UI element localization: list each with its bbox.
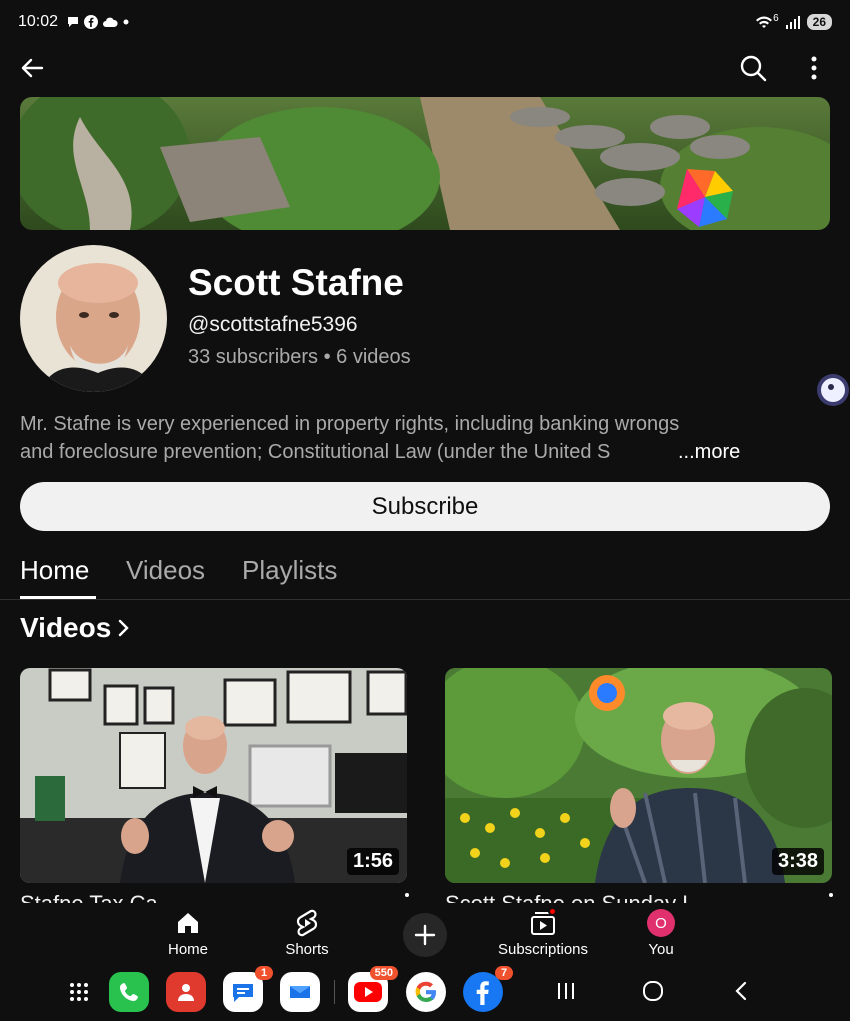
description-line-1: Mr. Stafne is very experienced in proper…: [20, 413, 680, 435]
dock-divider: [334, 980, 335, 1004]
home-nav-button[interactable]: [638, 976, 668, 1006]
description-line-2: and foreclosure prevention; Constitution…: [20, 441, 611, 463]
youtube-app[interactable]: 550: [348, 966, 398, 1012]
video-duration: 3:38: [771, 848, 824, 875]
wifi-label: 6: [773, 12, 779, 24]
channel-banner: [20, 97, 830, 230]
cloud-icon: [103, 17, 118, 27]
video-thumbnail[interactable]: 3:38: [445, 668, 832, 883]
home-icon: [178, 913, 198, 933]
more-link[interactable]: ...more: [678, 438, 740, 466]
wifi-icon: [756, 16, 773, 28]
back-arrow-icon: [21, 58, 44, 78]
dot-icon: [123, 19, 129, 25]
app-dock: 1 550 7: [0, 963, 850, 1021]
contacts-app[interactable]: [166, 972, 206, 1012]
video-more-icon[interactable]: [404, 892, 410, 902]
shorts-icon: [296, 909, 318, 937]
google-app[interactable]: [406, 972, 446, 1012]
banner-garden-image: [20, 97, 830, 230]
nav-label: Home: [167, 941, 208, 958]
status-time: 10:02: [18, 13, 59, 30]
mail-app[interactable]: [280, 972, 320, 1012]
battery-indicator: 26: [806, 14, 832, 30]
youtube-icon: [354, 982, 382, 1002]
nav-you[interactable]: O You: [611, 907, 711, 963]
nav-label: Shorts: [285, 941, 329, 958]
phone-app[interactable]: [109, 972, 149, 1012]
subscribe-button[interactable]: Subscribe: [20, 482, 830, 531]
section-title: Videos: [20, 612, 112, 643]
badge: 550: [369, 966, 398, 980]
nav-home[interactable]: Home: [138, 907, 238, 963]
channel-meta: 33 subscribers • 6 videos: [188, 346, 411, 368]
phone-icon: [120, 983, 138, 1001]
nav-label: You: [648, 941, 674, 958]
notification-dot: [548, 907, 557, 916]
channel-tabs: Home Videos Playlists: [0, 548, 850, 600]
videos-section-header[interactable]: Videos: [20, 612, 131, 644]
google-icon: [415, 981, 436, 1002]
apps-grid-button[interactable]: [59, 972, 99, 1012]
top-app-bar: [0, 44, 850, 92]
video-thumbnail[interactable]: 1:56: [20, 668, 407, 883]
messages-app[interactable]: 1: [223, 966, 273, 1012]
facebook-icon: [476, 981, 489, 1005]
status-bar: 10:02 6 26: [0, 0, 850, 44]
nav-label: Subscriptions: [497, 941, 589, 958]
channel-avatar[interactable]: [20, 245, 167, 392]
avatar-portrait-image: [20, 245, 167, 392]
apps-grid-icon: [70, 983, 88, 1001]
tab-playlists[interactable]: Playlists: [242, 555, 337, 586]
back-button[interactable]: [18, 54, 50, 82]
back-nav-button[interactable]: [726, 976, 756, 1006]
assistant-bubble-icon: [817, 374, 849, 406]
mail-icon: [290, 986, 310, 998]
search-button[interactable]: [738, 53, 768, 83]
back-chevron-icon: [735, 981, 747, 1001]
tab-videos[interactable]: Videos: [126, 555, 205, 586]
contacts-icon: [178, 984, 194, 1001]
home-circle-icon: [643, 981, 663, 1001]
facebook-app[interactable]: 7: [463, 966, 513, 1012]
video-more-icon[interactable]: [828, 892, 834, 902]
more-vert-icon: [811, 56, 817, 80]
chevron-right-icon: [119, 619, 130, 637]
plus-icon: [414, 924, 436, 946]
channel-description[interactable]: Mr. Stafne is very experienced in proper…: [20, 410, 742, 466]
badge: 1: [255, 966, 273, 980]
facebook-icon: [84, 15, 99, 29]
nav-shorts[interactable]: Shorts: [257, 907, 357, 963]
nav-subscriptions[interactable]: Subscriptions: [493, 907, 593, 963]
channel-handle: @scottstafne5396: [188, 313, 358, 336]
more-options-button[interactable]: [804, 53, 824, 83]
recents-button[interactable]: [551, 976, 581, 1006]
tab-home[interactable]: Home: [20, 555, 89, 586]
search-icon: [740, 55, 767, 82]
cellular-signal-icon: [785, 16, 800, 29]
recents-icon: [558, 983, 574, 999]
active-tab-indicator: [20, 596, 96, 599]
bottom-navigation: Home Shorts Subscriptions O You: [0, 903, 850, 963]
channel-name: Scott Stafne: [188, 262, 404, 303]
avatar: O: [647, 909, 675, 937]
chat-bubble-icon: [68, 17, 79, 27]
create-button[interactable]: [403, 913, 447, 957]
floating-assistant-bubble[interactable]: [816, 373, 850, 407]
messages-icon: [233, 984, 253, 1002]
video-duration: 1:56: [346, 848, 399, 875]
badge: 7: [495, 966, 513, 980]
